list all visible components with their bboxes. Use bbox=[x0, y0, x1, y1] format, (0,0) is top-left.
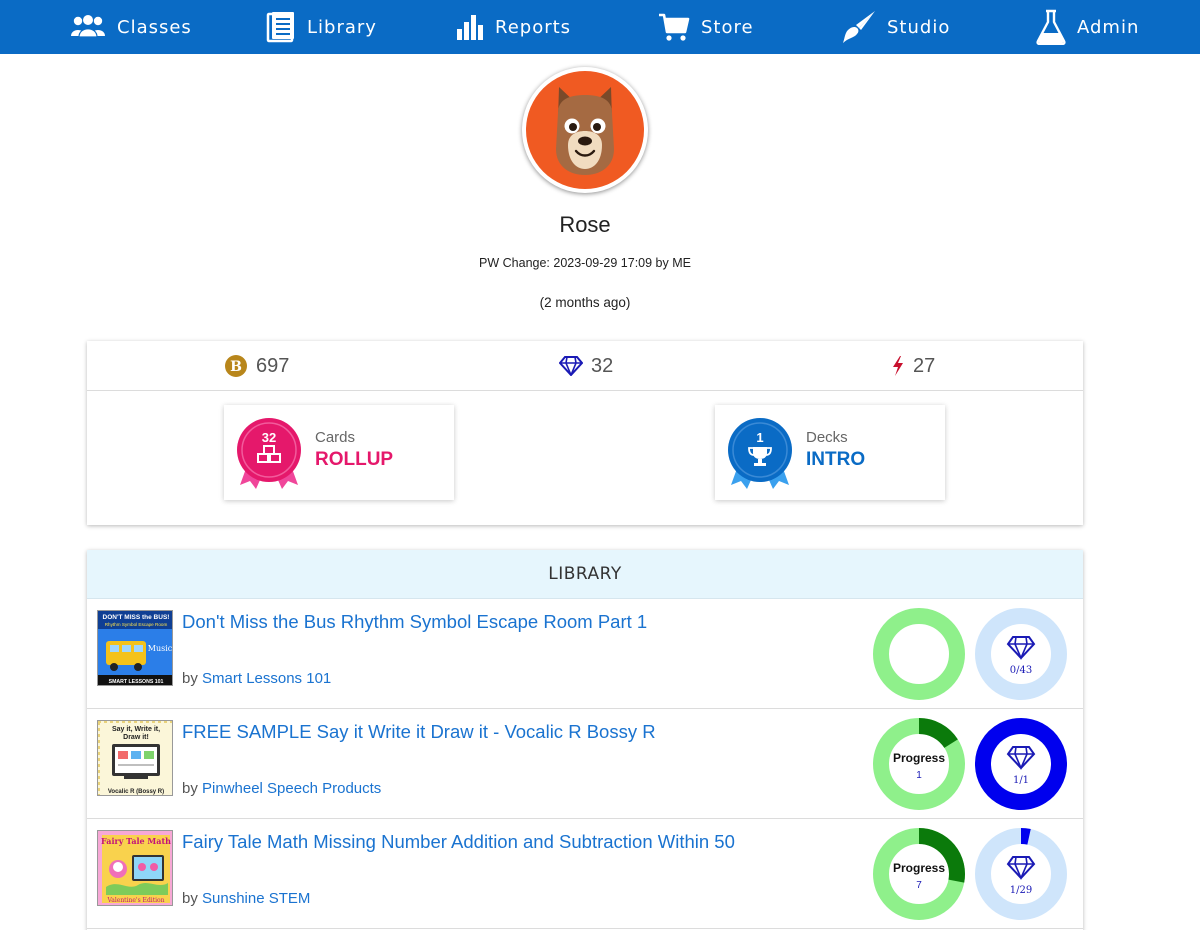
nav-admin[interactable]: Admin bbox=[1036, 0, 1139, 54]
users-icon bbox=[71, 15, 105, 38]
deck-thumbnail[interactable]: Say it, Write it, Draw it! Vocalic R (Bo… bbox=[97, 720, 173, 796]
gems-value: 32 bbox=[591, 354, 614, 377]
gems-fraction: 0/43 bbox=[1010, 665, 1032, 676]
by-label: by bbox=[182, 670, 198, 687]
library-heading: LIBRARY bbox=[87, 550, 1083, 599]
energy-stat: 27 bbox=[891, 341, 935, 391]
deck-thumbnail[interactable]: DON'T MISS the BUS! Rhythm Symbol Escape… bbox=[97, 610, 173, 686]
thumb-3-caption: Valentine's Edition bbox=[106, 897, 164, 904]
coin-letter: B bbox=[230, 359, 242, 375]
progress-ring[interactable] bbox=[872, 607, 966, 701]
nav-reports-label: Reports bbox=[495, 16, 572, 38]
progress-ring[interactable]: Progress 7 bbox=[872, 827, 966, 921]
diamond-icon bbox=[1006, 746, 1036, 771]
progress-value: 7 bbox=[916, 880, 922, 891]
nav-admin-label: Admin bbox=[1077, 16, 1140, 38]
thumb-2-title: Say it, Write it, bbox=[112, 726, 160, 733]
by-label: by bbox=[182, 780, 198, 797]
nav-library-label: Library bbox=[307, 16, 377, 38]
dog-avatar-icon bbox=[526, 71, 644, 189]
medal-decks: 1 bbox=[728, 418, 792, 489]
nav-store[interactable]: Store bbox=[658, 0, 754, 54]
nav-reports[interactable]: Reports bbox=[456, 0, 571, 54]
deck-title[interactable]: FREE SAMPLE Say it Write it Draw it - Vo… bbox=[182, 721, 656, 743]
deck-author-line: by Smart Lessons 101 bbox=[182, 670, 331, 687]
bar-chart-icon bbox=[457, 15, 483, 40]
cart-icon bbox=[659, 13, 690, 41]
library-item: Fairy Tale Math Valentine's Edition Fair… bbox=[87, 819, 1083, 929]
badge-decks-value: INTRO bbox=[806, 449, 866, 470]
thumb-1-brand: SMART LESSONS 101 bbox=[109, 679, 164, 685]
gems-ring[interactable]: 0/43 bbox=[974, 607, 1068, 701]
badge-cards-rollup[interactable]: 32 Cards ROLLUP bbox=[224, 405, 454, 500]
progress-ring[interactable]: Progress 1 bbox=[872, 717, 966, 811]
library-item: Say it, Write it, Draw it! Vocalic R (Bo… bbox=[87, 709, 1083, 819]
password-change-info: PW Change: 2023-09-29 17:09 by ME bbox=[479, 256, 691, 270]
deck-thumbnail[interactable]: Fairy Tale Math Valentine's Edition bbox=[97, 830, 173, 906]
deck-author-line: by Sunshine STEM bbox=[182, 890, 310, 907]
avatar bbox=[522, 67, 648, 193]
thumb-1-music: Music bbox=[148, 644, 173, 653]
diamond-icon bbox=[559, 356, 583, 376]
progress-label: Progress bbox=[893, 861, 945, 875]
thumb-2-subtitle: Draw it! bbox=[123, 734, 149, 741]
library-panel: LIBRARY DON'T MISS the BUS! Rhythm Symbo… bbox=[87, 550, 1083, 930]
medal-cards: 32 bbox=[237, 418, 301, 489]
author-link[interactable]: Pinwheel Speech Products bbox=[202, 780, 381, 797]
nav-classes-label: Classes bbox=[117, 16, 192, 38]
progress-value: 1 bbox=[916, 770, 922, 781]
top-nav: Classes Library Reports Store Studio Adm… bbox=[0, 0, 1200, 54]
lightning-icon bbox=[893, 356, 903, 376]
gems-fraction: 1/29 bbox=[1010, 885, 1032, 896]
gems-stat: 32 bbox=[559, 341, 613, 391]
badge-decks-number: 1 bbox=[756, 430, 763, 445]
book-icon bbox=[266, 12, 294, 43]
gems-ring[interactable]: 1/1 bbox=[974, 717, 1068, 811]
gems-ring[interactable]: 1/29 bbox=[974, 827, 1068, 921]
thumb-1-subtitle: Rhythm Symbol Escape Room bbox=[105, 622, 168, 627]
coin-icon: B bbox=[225, 355, 247, 377]
stats-card: B 697 32 27 32 Cards ROLLUP 1 Decks INTR… bbox=[87, 341, 1083, 525]
diamond-icon bbox=[1006, 856, 1036, 881]
by-label: by bbox=[182, 890, 198, 907]
nav-library[interactable]: Library bbox=[266, 0, 377, 54]
password-change-relative: (2 months ago) bbox=[539, 295, 631, 310]
badge-cards-number: 32 bbox=[262, 430, 276, 445]
gems-fraction: 1/1 bbox=[1013, 775, 1029, 786]
library-item: DON'T MISS the BUS! Rhythm Symbol Escape… bbox=[87, 599, 1083, 709]
paintbrush-icon bbox=[843, 11, 875, 43]
thumb-2-caption: Vocalic R (Bossy R) bbox=[108, 789, 164, 795]
deck-author-line: by Pinwheel Speech Products bbox=[182, 780, 381, 797]
author-link[interactable]: Smart Lessons 101 bbox=[202, 670, 331, 687]
nav-studio-label: Studio bbox=[887, 16, 951, 38]
deck-title[interactable]: Fairy Tale Math Missing Number Addition … bbox=[182, 831, 735, 853]
deck-title[interactable]: Don't Miss the Bus Rhythm Symbol Escape … bbox=[182, 611, 647, 633]
stats-row: B 697 32 27 bbox=[87, 341, 1083, 391]
badge-decks-intro[interactable]: 1 Decks INTRO bbox=[715, 405, 945, 500]
author-link[interactable]: Sunshine STEM bbox=[202, 890, 310, 907]
nav-store-label: Store bbox=[701, 16, 754, 38]
thumb-3-title: Fairy Tale Math bbox=[101, 836, 171, 846]
nav-classes[interactable]: Classes bbox=[70, 0, 192, 54]
nav-studio[interactable]: Studio bbox=[842, 0, 950, 54]
profile-name: Rose bbox=[559, 212, 611, 237]
badge-decks-label: Decks bbox=[806, 429, 848, 446]
coins-stat: B 697 bbox=[224, 341, 289, 391]
progress-label: Progress bbox=[893, 751, 945, 765]
flask-icon bbox=[1036, 9, 1066, 45]
diamond-icon bbox=[1006, 636, 1036, 661]
thumb-1-title: DON'T MISS the BUS! bbox=[103, 614, 170, 621]
coins-value: 697 bbox=[256, 354, 290, 377]
badge-cards-label: Cards bbox=[315, 429, 356, 446]
energy-value: 27 bbox=[913, 354, 936, 377]
badge-cards-value: ROLLUP bbox=[315, 449, 394, 470]
